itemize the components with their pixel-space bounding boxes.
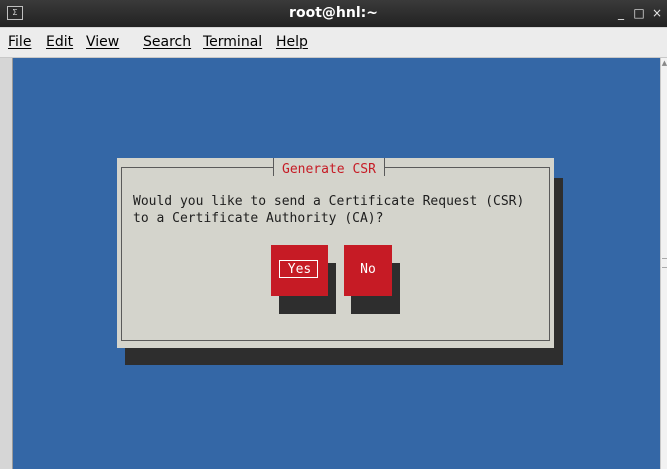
yes-button[interactable]: Yes <box>271 245 328 296</box>
dialog-message-line: Would you like to send a Certificate Req… <box>133 194 525 209</box>
menu-help[interactable]: Help <box>276 28 308 57</box>
close-button[interactable]: × <box>648 0 666 27</box>
menu-search[interactable]: Search <box>143 28 191 57</box>
menu-view[interactable]: View <box>86 28 119 57</box>
scroll-up-arrow-icon[interactable]: ▲ <box>661 58 667 68</box>
dialog-message-line: to a Certificate Authority (CA)? <box>133 211 384 226</box>
dialog-title: Generate CSR <box>282 162 376 177</box>
menu-bar: File Edit View Search Terminal Help <box>0 28 667 58</box>
minimize-button[interactable]: _ <box>612 0 630 27</box>
vertical-scrollbar[interactable]: ▲ <box>660 58 667 469</box>
menu-file[interactable]: File <box>8 28 31 57</box>
generate-csr-dialog: Generate CSR Would you like to send a Ce… <box>117 158 554 348</box>
scroll-grip-icon[interactable] <box>662 258 667 268</box>
dialog-title-box: Generate CSR <box>273 158 385 177</box>
menu-edit[interactable]: Edit <box>46 28 73 57</box>
maximize-button[interactable]: □ <box>630 0 648 27</box>
window-title: root@hnl:~ <box>289 5 378 21</box>
menu-terminal[interactable]: Terminal <box>203 28 262 57</box>
no-button-label: No <box>360 262 376 277</box>
no-button[interactable]: No <box>344 245 392 296</box>
title-bar[interactable]: Σ root@hnl:~ _ □ × <box>0 0 667 27</box>
yes-button-label: Yes <box>287 262 312 277</box>
